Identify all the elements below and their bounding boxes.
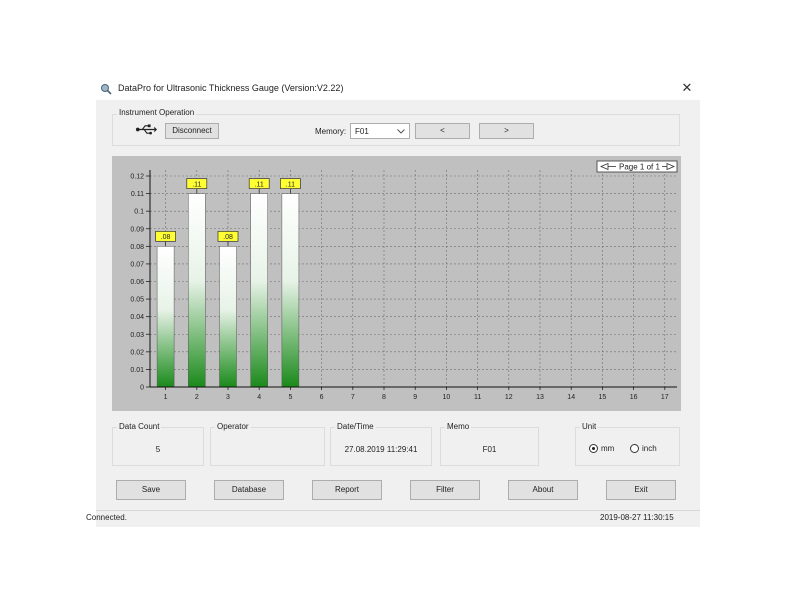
x-tick-label: 14 bbox=[567, 394, 575, 401]
y-tick-label: 0.08 bbox=[130, 244, 144, 251]
memory-select-value: F01 bbox=[355, 127, 369, 136]
window-title: DataPro for Ultrasonic Thickness Gauge (… bbox=[118, 83, 344, 93]
y-tick-label: 0.05 bbox=[130, 297, 144, 304]
x-tick-label: 3 bbox=[226, 394, 230, 401]
unit-inch-radio[interactable] bbox=[630, 444, 639, 453]
x-tick-label: 4 bbox=[257, 394, 261, 401]
memory-label: Memory: bbox=[315, 127, 347, 136]
x-tick-label: 13 bbox=[536, 394, 544, 401]
x-tick-label: 17 bbox=[661, 394, 669, 401]
next-page-button[interactable]: > bbox=[479, 123, 534, 139]
x-tick-label: 9 bbox=[413, 394, 417, 401]
instrument-operation-group: Instrument Operation Disconnect Memory: … bbox=[112, 108, 680, 146]
y-tick-label: 0.01 bbox=[130, 367, 144, 374]
unit-inch-label: inch bbox=[642, 444, 657, 453]
window-titlebar: DataPro for Ultrasonic Thickness Gauge (… bbox=[96, 78, 700, 100]
memo-value: F01 bbox=[482, 445, 497, 454]
memo-label: Memo bbox=[445, 422, 472, 431]
x-tick-label: 15 bbox=[599, 394, 607, 401]
y-tick-label: 0.1 bbox=[134, 209, 144, 216]
y-tick-label: 0.12 bbox=[130, 174, 144, 181]
bar-data-label: .11 bbox=[255, 181, 264, 188]
bar bbox=[188, 193, 206, 388]
previous-page-button[interactable]: < bbox=[415, 123, 470, 139]
x-tick-label: 6 bbox=[320, 394, 324, 401]
database-button[interactable]: Database bbox=[214, 480, 284, 500]
y-tick-label: 0.09 bbox=[130, 226, 144, 233]
bar-data-label: .11 bbox=[192, 181, 201, 188]
x-tick-label: 2 bbox=[195, 394, 199, 401]
y-tick-label: 0.06 bbox=[130, 279, 144, 286]
datetime-group: Date/Time 27.08.2019 11:29:41 bbox=[330, 422, 432, 466]
data-count-label: Data Count bbox=[117, 422, 162, 431]
data-count-group: Data Count 5 bbox=[112, 422, 204, 466]
memory-select[interactable]: F01 bbox=[350, 123, 410, 139]
bar bbox=[281, 193, 300, 388]
y-tick-label: 0.11 bbox=[131, 191, 144, 198]
data-count-value: 5 bbox=[155, 445, 161, 454]
page-indicator-text: Page 1 of 1 bbox=[619, 163, 660, 172]
close-icon[interactable]: ✕ bbox=[678, 79, 696, 97]
disconnect-button[interactable]: Disconnect bbox=[165, 123, 219, 139]
unit-mm-radio[interactable] bbox=[589, 444, 598, 453]
save-button[interactable]: Save bbox=[116, 480, 186, 500]
bar-data-label: .11 bbox=[286, 181, 295, 188]
app-icon bbox=[101, 84, 112, 95]
unit-group: Unit mm inch bbox=[575, 422, 680, 466]
x-tick-label: 10 bbox=[443, 394, 451, 401]
datetime-label: Date/Time bbox=[335, 422, 376, 431]
y-tick-label: 0.02 bbox=[130, 349, 144, 356]
memo-group: Memo F01 bbox=[440, 422, 539, 466]
about-button[interactable]: About bbox=[508, 480, 578, 500]
bar-data-label: .08 bbox=[161, 234, 171, 241]
unit-mm-label: mm bbox=[601, 444, 615, 453]
bar-data-label: .08 bbox=[223, 234, 233, 241]
x-tick-label: 11 bbox=[474, 394, 481, 401]
datetime-value: 27.08.2019 11:29:41 bbox=[344, 445, 418, 454]
bar bbox=[219, 246, 237, 388]
instrument-operation-label: Instrument Operation bbox=[117, 108, 197, 117]
x-tick-label: 5 bbox=[288, 394, 292, 401]
usb-icon bbox=[135, 124, 157, 135]
status-text: Connected. bbox=[86, 513, 127, 522]
report-button[interactable]: Report bbox=[312, 480, 382, 500]
operator-label: Operator bbox=[215, 422, 251, 431]
exit-button[interactable]: Exit bbox=[606, 480, 676, 500]
chevron-down-icon bbox=[397, 129, 405, 134]
x-tick-label: 8 bbox=[382, 394, 386, 401]
y-tick-label: 0.03 bbox=[130, 332, 144, 339]
y-tick-label: 0 bbox=[140, 385, 144, 392]
main-window: Instrument Operation Disconnect Memory: … bbox=[96, 100, 700, 510]
x-tick-label: 16 bbox=[630, 394, 638, 401]
bar bbox=[156, 246, 175, 388]
x-tick-label: 7 bbox=[351, 394, 355, 401]
page-indicator[interactable]: Page 1 of 1 bbox=[596, 160, 678, 173]
x-tick-label: 12 bbox=[505, 394, 513, 401]
bar bbox=[250, 193, 268, 388]
x-tick-label: 1 bbox=[164, 394, 168, 401]
unit-label: Unit bbox=[580, 422, 599, 431]
thickness-chart: .08 .11 .08 .11 .11 0 0.01 0.02 0.03 0.04 0.05 0.0… bbox=[112, 156, 681, 411]
filter-button[interactable]: Filter bbox=[410, 480, 480, 500]
operator-group: Operator bbox=[210, 422, 325, 466]
y-tick-label: 0.04 bbox=[130, 314, 144, 321]
status-timestamp: 2019-08-27 11:30:15 bbox=[600, 513, 674, 522]
y-tick-label: 0.07 bbox=[130, 261, 144, 268]
